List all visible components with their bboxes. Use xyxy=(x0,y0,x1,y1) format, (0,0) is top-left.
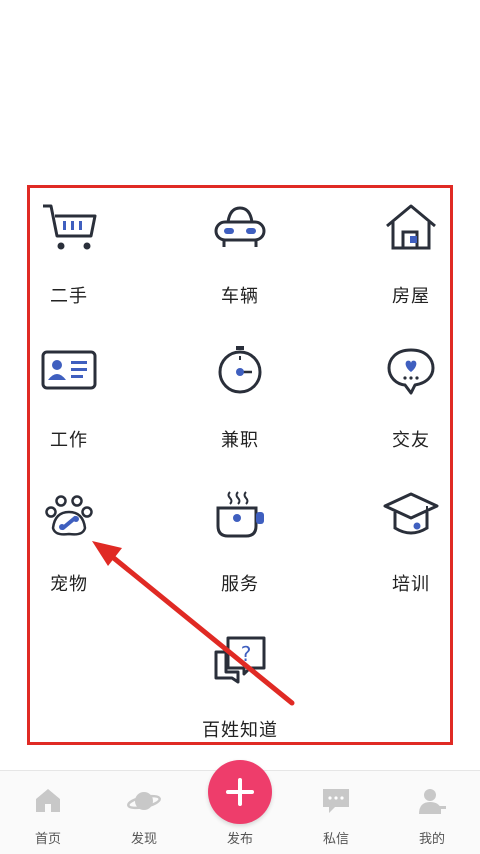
message-icon xyxy=(323,789,349,813)
user-icon xyxy=(419,789,446,814)
tab-profile[interactable]: 我的 xyxy=(384,771,480,854)
planet-icon xyxy=(127,792,161,810)
tab-messages[interactable]: 私信 xyxy=(288,771,384,854)
tab-label: 我的 xyxy=(418,832,445,847)
tab-discover[interactable]: 发现 xyxy=(96,771,192,854)
tab-home[interactable]: 首页 xyxy=(0,771,96,854)
annotation-arrow xyxy=(92,541,295,706)
tab-label: 发现 xyxy=(130,832,157,847)
home-icon xyxy=(36,789,60,812)
tab-label: 首页 xyxy=(34,832,61,847)
tab-label: 发布 xyxy=(226,832,253,847)
publish-button[interactable] xyxy=(208,760,272,824)
tab-label: 私信 xyxy=(322,832,349,847)
